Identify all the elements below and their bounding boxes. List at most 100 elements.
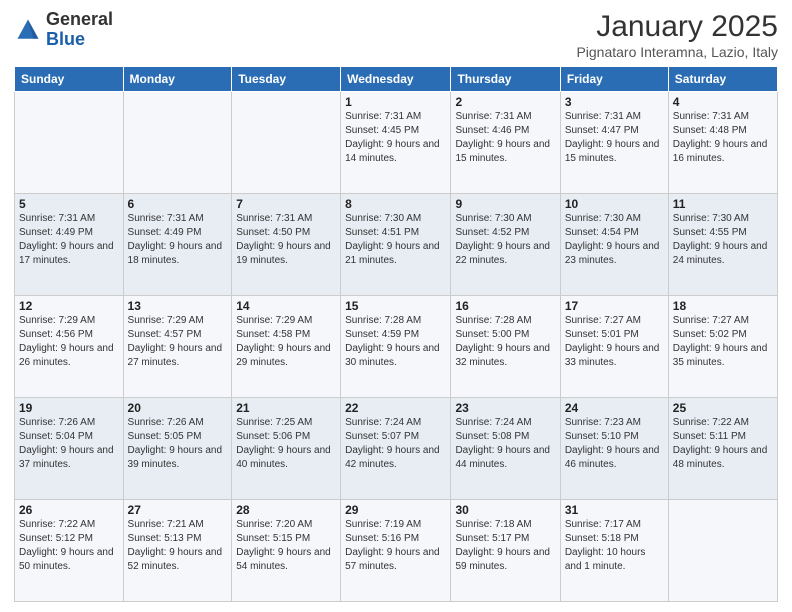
day-cell: 1Sunrise: 7:31 AM Sunset: 4:45 PM Daylig… bbox=[341, 92, 451, 194]
day-info: Sunrise: 7:26 AM Sunset: 5:04 PM Dayligh… bbox=[19, 416, 119, 472]
col-header-tuesday: Tuesday bbox=[232, 67, 341, 92]
day-cell: 29Sunrise: 7:19 AM Sunset: 5:16 PM Dayli… bbox=[341, 500, 451, 602]
day-cell: 2Sunrise: 7:31 AM Sunset: 4:46 PM Daylig… bbox=[451, 92, 560, 194]
day-cell: 28Sunrise: 7:20 AM Sunset: 5:15 PM Dayli… bbox=[232, 500, 341, 602]
day-cell: 4Sunrise: 7:31 AM Sunset: 4:48 PM Daylig… bbox=[668, 92, 777, 194]
logo-icon bbox=[14, 16, 42, 44]
week-row-1: 1Sunrise: 7:31 AM Sunset: 4:45 PM Daylig… bbox=[15, 92, 778, 194]
day-cell: 31Sunrise: 7:17 AM Sunset: 5:18 PM Dayli… bbox=[560, 500, 668, 602]
day-number: 22 bbox=[345, 401, 446, 415]
day-info: Sunrise: 7:22 AM Sunset: 5:11 PM Dayligh… bbox=[673, 416, 773, 472]
day-info: Sunrise: 7:28 AM Sunset: 4:59 PM Dayligh… bbox=[345, 314, 446, 370]
day-number: 1 bbox=[345, 95, 446, 109]
day-number: 16 bbox=[455, 299, 555, 313]
day-info: Sunrise: 7:29 AM Sunset: 4:56 PM Dayligh… bbox=[19, 314, 119, 370]
day-number: 11 bbox=[673, 197, 773, 211]
col-header-wednesday: Wednesday bbox=[341, 67, 451, 92]
page: General Blue January 2025 Pignataro Inte… bbox=[0, 0, 792, 612]
day-info: Sunrise: 7:24 AM Sunset: 5:08 PM Dayligh… bbox=[455, 416, 555, 472]
col-header-saturday: Saturday bbox=[668, 67, 777, 92]
day-number: 3 bbox=[565, 95, 664, 109]
day-number: 23 bbox=[455, 401, 555, 415]
day-number: 9 bbox=[455, 197, 555, 211]
col-header-friday: Friday bbox=[560, 67, 668, 92]
week-row-4: 19Sunrise: 7:26 AM Sunset: 5:04 PM Dayli… bbox=[15, 398, 778, 500]
day-cell: 6Sunrise: 7:31 AM Sunset: 4:49 PM Daylig… bbox=[123, 194, 232, 296]
logo: General Blue bbox=[14, 10, 113, 50]
day-number: 5 bbox=[19, 197, 119, 211]
day-cell: 14Sunrise: 7:29 AM Sunset: 4:58 PM Dayli… bbox=[232, 296, 341, 398]
week-row-5: 26Sunrise: 7:22 AM Sunset: 5:12 PM Dayli… bbox=[15, 500, 778, 602]
day-number: 15 bbox=[345, 299, 446, 313]
logo-general: General bbox=[46, 9, 113, 29]
day-cell: 30Sunrise: 7:18 AM Sunset: 5:17 PM Dayli… bbox=[451, 500, 560, 602]
day-cell: 19Sunrise: 7:26 AM Sunset: 5:04 PM Dayli… bbox=[15, 398, 124, 500]
day-info: Sunrise: 7:31 AM Sunset: 4:46 PM Dayligh… bbox=[455, 110, 555, 166]
day-number: 31 bbox=[565, 503, 664, 517]
day-info: Sunrise: 7:19 AM Sunset: 5:16 PM Dayligh… bbox=[345, 518, 446, 574]
day-number: 28 bbox=[236, 503, 336, 517]
col-header-thursday: Thursday bbox=[451, 67, 560, 92]
day-info: Sunrise: 7:28 AM Sunset: 5:00 PM Dayligh… bbox=[455, 314, 555, 370]
day-cell: 5Sunrise: 7:31 AM Sunset: 4:49 PM Daylig… bbox=[15, 194, 124, 296]
day-info: Sunrise: 7:21 AM Sunset: 5:13 PM Dayligh… bbox=[128, 518, 228, 574]
location-subtitle: Pignataro Interamna, Lazio, Italy bbox=[576, 44, 778, 60]
day-number: 26 bbox=[19, 503, 119, 517]
col-header-sunday: Sunday bbox=[15, 67, 124, 92]
day-number: 24 bbox=[565, 401, 664, 415]
day-info: Sunrise: 7:31 AM Sunset: 4:47 PM Dayligh… bbox=[565, 110, 664, 166]
logo-blue: Blue bbox=[46, 29, 85, 49]
calendar-header-row: SundayMondayTuesdayWednesdayThursdayFrid… bbox=[15, 67, 778, 92]
day-info: Sunrise: 7:27 AM Sunset: 5:02 PM Dayligh… bbox=[673, 314, 773, 370]
day-info: Sunrise: 7:17 AM Sunset: 5:18 PM Dayligh… bbox=[565, 518, 664, 574]
month-title: January 2025 bbox=[576, 10, 778, 44]
logo-text: General Blue bbox=[46, 10, 113, 50]
day-cell bbox=[123, 92, 232, 194]
day-cell: 17Sunrise: 7:27 AM Sunset: 5:01 PM Dayli… bbox=[560, 296, 668, 398]
title-block: January 2025 Pignataro Interamna, Lazio,… bbox=[576, 10, 778, 60]
day-cell: 27Sunrise: 7:21 AM Sunset: 5:13 PM Dayli… bbox=[123, 500, 232, 602]
day-number: 17 bbox=[565, 299, 664, 313]
day-cell: 22Sunrise: 7:24 AM Sunset: 5:07 PM Dayli… bbox=[341, 398, 451, 500]
calendar: SundayMondayTuesdayWednesdayThursdayFrid… bbox=[14, 66, 778, 602]
col-header-monday: Monday bbox=[123, 67, 232, 92]
day-number: 25 bbox=[673, 401, 773, 415]
day-number: 6 bbox=[128, 197, 228, 211]
day-number: 13 bbox=[128, 299, 228, 313]
day-info: Sunrise: 7:29 AM Sunset: 4:57 PM Dayligh… bbox=[128, 314, 228, 370]
day-info: Sunrise: 7:26 AM Sunset: 5:05 PM Dayligh… bbox=[128, 416, 228, 472]
day-cell: 12Sunrise: 7:29 AM Sunset: 4:56 PM Dayli… bbox=[15, 296, 124, 398]
day-info: Sunrise: 7:31 AM Sunset: 4:49 PM Dayligh… bbox=[128, 212, 228, 268]
day-info: Sunrise: 7:24 AM Sunset: 5:07 PM Dayligh… bbox=[345, 416, 446, 472]
day-number: 30 bbox=[455, 503, 555, 517]
day-info: Sunrise: 7:31 AM Sunset: 4:49 PM Dayligh… bbox=[19, 212, 119, 268]
day-cell: 18Sunrise: 7:27 AM Sunset: 5:02 PM Dayli… bbox=[668, 296, 777, 398]
day-cell: 7Sunrise: 7:31 AM Sunset: 4:50 PM Daylig… bbox=[232, 194, 341, 296]
day-cell: 21Sunrise: 7:25 AM Sunset: 5:06 PM Dayli… bbox=[232, 398, 341, 500]
day-number: 14 bbox=[236, 299, 336, 313]
day-info: Sunrise: 7:27 AM Sunset: 5:01 PM Dayligh… bbox=[565, 314, 664, 370]
day-number: 18 bbox=[673, 299, 773, 313]
day-number: 12 bbox=[19, 299, 119, 313]
header: General Blue January 2025 Pignataro Inte… bbox=[14, 10, 778, 60]
day-info: Sunrise: 7:30 AM Sunset: 4:55 PM Dayligh… bbox=[673, 212, 773, 268]
day-info: Sunrise: 7:31 AM Sunset: 4:45 PM Dayligh… bbox=[345, 110, 446, 166]
day-number: 27 bbox=[128, 503, 228, 517]
day-cell bbox=[668, 500, 777, 602]
day-number: 19 bbox=[19, 401, 119, 415]
day-info: Sunrise: 7:20 AM Sunset: 5:15 PM Dayligh… bbox=[236, 518, 336, 574]
day-cell: 3Sunrise: 7:31 AM Sunset: 4:47 PM Daylig… bbox=[560, 92, 668, 194]
day-cell: 20Sunrise: 7:26 AM Sunset: 5:05 PM Dayli… bbox=[123, 398, 232, 500]
day-info: Sunrise: 7:23 AM Sunset: 5:10 PM Dayligh… bbox=[565, 416, 664, 472]
day-number: 21 bbox=[236, 401, 336, 415]
day-cell: 26Sunrise: 7:22 AM Sunset: 5:12 PM Dayli… bbox=[15, 500, 124, 602]
day-info: Sunrise: 7:31 AM Sunset: 4:48 PM Dayligh… bbox=[673, 110, 773, 166]
day-cell: 23Sunrise: 7:24 AM Sunset: 5:08 PM Dayli… bbox=[451, 398, 560, 500]
day-number: 8 bbox=[345, 197, 446, 211]
day-cell: 11Sunrise: 7:30 AM Sunset: 4:55 PM Dayli… bbox=[668, 194, 777, 296]
day-number: 20 bbox=[128, 401, 228, 415]
day-cell: 10Sunrise: 7:30 AM Sunset: 4:54 PM Dayli… bbox=[560, 194, 668, 296]
day-number: 2 bbox=[455, 95, 555, 109]
day-number: 4 bbox=[673, 95, 773, 109]
day-info: Sunrise: 7:31 AM Sunset: 4:50 PM Dayligh… bbox=[236, 212, 336, 268]
